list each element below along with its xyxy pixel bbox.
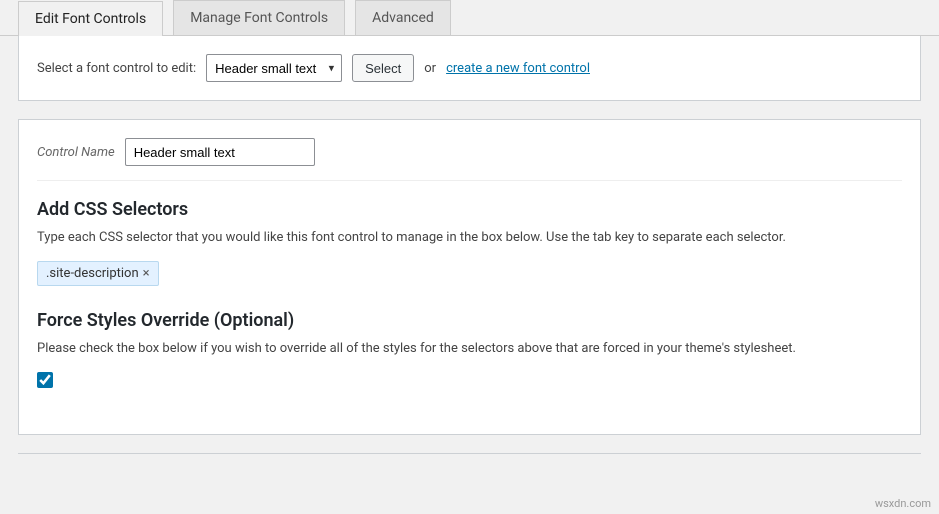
select-button[interactable]: Select [352,54,414,82]
font-control-select[interactable]: Header small text [206,54,342,82]
css-selectors-title: Add CSS Selectors [37,199,902,220]
control-name-row: Control Name [37,138,902,181]
edit-control-panel: Control Name Add CSS Selectors Type each… [18,119,921,435]
force-override-section: Force Styles Override (Optional) Please … [37,310,902,392]
control-name-label: Control Name [37,145,115,160]
bottom-divider [18,453,921,465]
control-name-input[interactable] [125,138,315,166]
create-new-font-control-link[interactable]: create a new font control [446,61,590,76]
force-override-title: Force Styles Override (Optional) [37,310,902,331]
or-text: or [424,61,436,76]
close-icon[interactable]: × [143,266,150,281]
selector-tag-label: .site-description [46,266,139,281]
css-selectors-section: Add CSS Selectors Type each CSS selector… [37,199,902,286]
tab-manage-font-controls[interactable]: Manage Font Controls [173,0,345,35]
select-control-panel: Select a font control to edit: Header sm… [18,36,921,101]
css-selectors-desc: Type each CSS selector that you would li… [37,230,902,245]
selector-row: Select a font control to edit: Header sm… [37,54,902,82]
css-selectors-tags[interactable]: .site-description × [37,261,902,286]
force-override-desc: Please check the box below if you wish t… [37,341,902,356]
tab-advanced[interactable]: Advanced [355,0,451,35]
select-label: Select a font control to edit: [37,61,196,76]
tabs-bar: Edit Font Controls Manage Font Controls … [0,0,939,36]
selector-tag[interactable]: .site-description × [37,261,159,286]
tab-edit-font-controls[interactable]: Edit Font Controls [18,1,163,36]
force-override-checkbox[interactable] [37,372,53,388]
watermark: wsxdn.com [875,497,931,510]
